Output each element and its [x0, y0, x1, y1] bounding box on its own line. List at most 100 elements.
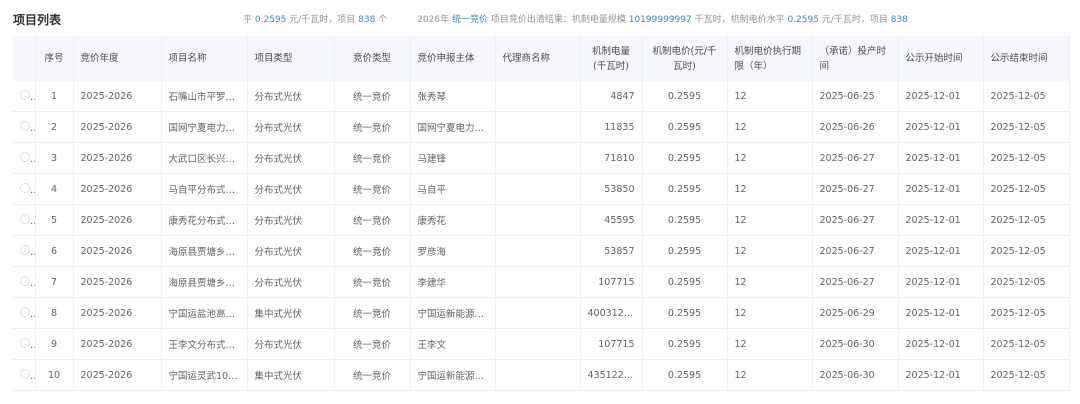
table-cell: 0.2595: [642, 142, 728, 174]
table-cell: 海原县贾塘乡…: [161, 266, 248, 298]
table-cell: 0.2595: [642, 111, 728, 143]
row-radio[interactable]: [20, 306, 30, 317]
table-cell: 2025-2026: [73, 235, 162, 267]
select-cell[interactable]: [13, 173, 36, 205]
select-cell[interactable]: [13, 328, 36, 360]
table-cell: 2025-06-27: [812, 235, 899, 267]
select-cell[interactable]: [13, 81, 36, 112]
table-cell: 2025-06-25: [812, 81, 899, 112]
table-cell: 53857: [580, 235, 643, 267]
table-cell: 2025-12-05: [983, 297, 1070, 329]
table-cell: 12: [727, 297, 813, 329]
select-cell[interactable]: [13, 235, 36, 267]
table-cell: 9: [35, 328, 74, 360]
row-radio[interactable]: [20, 244, 30, 255]
table-cell: 2025-06-30: [812, 328, 899, 360]
row-radio[interactable]: [20, 337, 30, 348]
column-header: 竞价类型: [334, 36, 411, 81]
table-cell: [495, 266, 581, 298]
select-cell[interactable]: [13, 111, 36, 143]
table-cell: 12: [727, 328, 813, 360]
table-cell: 2025-2026: [73, 81, 162, 112]
table-cell: 海原县贾塘乡…: [161, 235, 248, 267]
table-cell: 71810: [580, 142, 643, 174]
table-cell: 3: [35, 142, 74, 174]
table-cell: 12: [727, 204, 813, 236]
table-cell: 王李文分布式…: [161, 328, 248, 360]
table-cell: 2025-12-01: [898, 111, 984, 143]
table-cell: 0.2595: [642, 359, 728, 391]
table-cell: 12: [727, 111, 813, 143]
column-header: 机制电价执行期限（年）: [727, 36, 813, 81]
table-cell: 分布式光伏: [247, 142, 335, 174]
select-cell[interactable]: [13, 266, 36, 298]
table-cell: 12: [727, 235, 813, 267]
table-cell: 宁国运盐池高…: [161, 297, 248, 329]
table-cell: 0.2595: [642, 81, 728, 112]
table-cell: 统一竞价: [334, 297, 411, 329]
table-cell: 统一竞价: [334, 328, 411, 360]
column-header: 项目名称: [161, 36, 248, 81]
row-radio[interactable]: [20, 151, 30, 162]
row-radio[interactable]: [20, 89, 30, 100]
table-row[interactable]: 4 2025-2026 马自平分布式… 分布式光伏 统一竞价 马自平 53850 0.2595…: [13, 173, 1070, 205]
table-cell: 12: [727, 81, 813, 112]
select-cell[interactable]: [13, 204, 36, 236]
row-radio[interactable]: [20, 120, 30, 131]
table-cell: 分布式光伏: [247, 266, 335, 298]
table-cell: 宁国运新能源…: [410, 359, 496, 391]
table-cell: 2025-2026: [73, 111, 162, 143]
table-cell: [495, 359, 581, 391]
table-row[interactable]: 10 2025-2026 宁国运灵武100… 集中式光伏 统一竞价 宁国运新能源… 4351…: [13, 359, 1070, 391]
table-cell: 2025-2026: [73, 142, 162, 174]
table-cell: 2025-12-05: [983, 111, 1070, 143]
table-cell: 统一竞价: [334, 204, 411, 236]
table-cell: 统一竞价: [334, 81, 411, 112]
table-cell: 统一竞价: [334, 111, 411, 143]
row-radio[interactable]: [20, 275, 30, 286]
table-cell: 宁国运新能源(…: [410, 297, 496, 329]
table-row[interactable]: 9 2025-2026 王李文分布式… 分布式光伏 统一竞价 王李文 107715 0.259…: [13, 328, 1070, 360]
table-cell: 12: [727, 142, 813, 174]
table-cell: 2025-12-05: [983, 173, 1070, 205]
table-cell: 435122196: [580, 359, 643, 391]
table-cell: 统一竞价: [334, 359, 411, 391]
table-cell: 2025-06-29: [812, 297, 899, 329]
table-cell: 0.2595: [642, 204, 728, 236]
table-cell: 2025-06-26: [812, 111, 899, 143]
row-radio[interactable]: [20, 368, 30, 379]
table-cell: 2025-12-05: [983, 235, 1070, 267]
row-radio[interactable]: [20, 182, 30, 193]
table-cell: 10: [35, 359, 74, 391]
table-row[interactable]: 3 2025-2026 大武口区长兴… 分布式光伏 统一竞价 马建锋 71810 0.2595…: [13, 142, 1070, 174]
select-cell[interactable]: [13, 359, 36, 391]
table-cell: 石嘴山市平罗…: [161, 81, 248, 112]
table-cell: 2025-12-05: [983, 266, 1070, 298]
table-cell: 马自平: [410, 173, 496, 205]
table-cell: 0.2595: [642, 297, 728, 329]
table-row[interactable]: 7 2025-2026 海原县贾塘乡… 分布式光伏 统一竞价 李建华 107715 0.259…: [13, 266, 1070, 298]
table-row[interactable]: 1 2025-2026 石嘴山市平罗… 分布式光伏 统一竞价 张秀琴 4847 0.2595 1…: [13, 81, 1070, 112]
table-row[interactable]: 5 2025-2026 康秀花分布式… 分布式光伏 统一竞价 康秀花 45595 0.2595…: [13, 204, 1070, 236]
table-cell: 0.2595: [642, 235, 728, 267]
table-cell: 2025-12-05: [983, 359, 1070, 391]
table-cell: 马自平分布式…: [161, 173, 248, 205]
table-row[interactable]: 8 2025-2026 宁国运盐池高… 集中式光伏 统一竞价 宁国运新能源(… 400312…: [13, 297, 1070, 329]
table-row[interactable]: 6 2025-2026 海原县贾塘乡… 分布式光伏 统一竞价 罗彦海 53857 0.2595…: [13, 235, 1070, 267]
table-cell: 2025-12-05: [983, 142, 1070, 174]
table-row[interactable]: 2 2025-2026 国网宁夏电力… 分布式光伏 统一竞价 国网宁夏电力… 11835 0.…: [13, 111, 1070, 143]
table-cell: 分布式光伏: [247, 173, 335, 205]
row-radio[interactable]: [20, 213, 30, 224]
table-cell: 107715: [580, 328, 643, 360]
table-cell: 2025-12-01: [898, 81, 984, 112]
table-cell: 0.2595: [642, 173, 728, 205]
table-cell: 2025-12-01: [898, 266, 984, 298]
table-cell: 分布式光伏: [247, 81, 335, 112]
select-cell[interactable]: [13, 142, 36, 174]
table-cell: 王李文: [410, 328, 496, 360]
table-cell: 12: [727, 359, 813, 391]
table-cell: 集中式光伏: [247, 359, 335, 391]
select-cell[interactable]: [13, 297, 36, 329]
table-cell: 分布式光伏: [247, 204, 335, 236]
column-header: 机制电价(元/千瓦时): [642, 36, 728, 81]
